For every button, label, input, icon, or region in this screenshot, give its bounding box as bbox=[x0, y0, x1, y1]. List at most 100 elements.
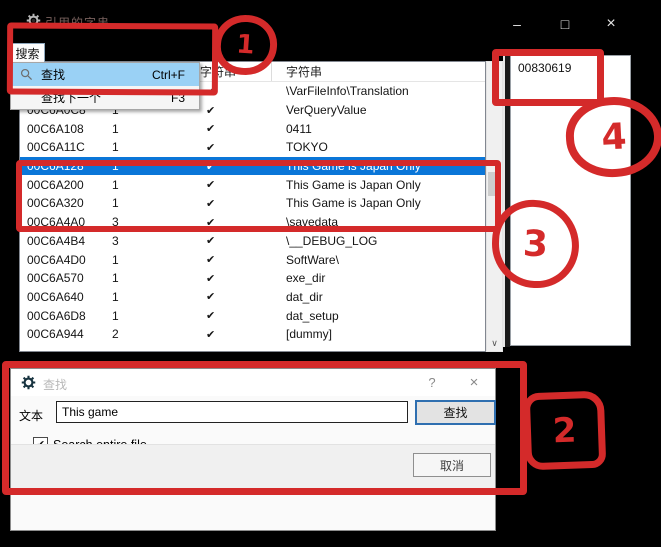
menu-search[interactable]: 搜索 bbox=[10, 43, 45, 64]
check-icon: ✔ bbox=[196, 253, 271, 266]
menu-item-label: 查找 bbox=[41, 66, 152, 83]
cell-string: dat_dir bbox=[271, 290, 485, 304]
table-row[interactable]: 00C6A640 1 ✔ dat_dir bbox=[20, 288, 485, 307]
cell-address: 00C6A4D0 bbox=[20, 253, 106, 267]
table-body: ✔ \VarFileInfo\Translation 00C6A0C8 1 ✔ … bbox=[20, 82, 485, 344]
find-button[interactable]: 查找 bbox=[415, 400, 496, 425]
cell-string: This Game is Japan Only bbox=[271, 196, 485, 210]
check-icon: ✔ bbox=[196, 328, 271, 341]
search-text-input[interactable] bbox=[56, 401, 408, 423]
cell-string: [dummy] bbox=[271, 327, 485, 341]
cell-count: 1 bbox=[106, 290, 196, 304]
header-flag[interactable]: 字符串 bbox=[196, 62, 271, 81]
dialog-body: 文本 查找 ✔ Search entire file 取消 bbox=[11, 396, 495, 488]
table-row[interactable]: 00C6A4A0 3 ✔ \savedata bbox=[20, 213, 485, 232]
cell-string: TOKYO bbox=[271, 140, 485, 154]
check-icon: ✔ bbox=[196, 197, 271, 210]
table-row[interactable]: 00C6A108 1 ✔ 0411 bbox=[20, 119, 485, 138]
cell-string: \VarFileInfo\Translation bbox=[271, 84, 485, 98]
cell-count: 1 bbox=[106, 196, 196, 210]
menu-item-find[interactable]: 查找 Ctrl+F bbox=[11, 63, 199, 86]
magnifier-icon bbox=[11, 68, 41, 81]
table-row[interactable]: 00C6A4B4 3 ✔ \__DEBUG_LOG bbox=[20, 232, 485, 251]
check-icon: ✔ bbox=[196, 234, 271, 247]
cell-string: This Game is Japan Only bbox=[271, 159, 485, 173]
text-field-label: 文本 bbox=[19, 407, 43, 424]
scrollbar-thumb[interactable] bbox=[488, 172, 501, 196]
check-icon: ✔ bbox=[196, 309, 271, 322]
minimize-button[interactable]: – bbox=[500, 12, 534, 36]
cell-count: 1 bbox=[106, 271, 196, 285]
table-row[interactable]: 00C6A570 1 ✔ exe_dir bbox=[20, 269, 485, 288]
table-row[interactable]: 00C6A11C 1 ✔ TOKYO bbox=[20, 138, 485, 157]
table-row[interactable]: 00C6A4D0 1 ✔ SoftWare\ bbox=[20, 250, 485, 269]
cell-count: 1 bbox=[106, 178, 196, 192]
header-string[interactable]: 字符串 bbox=[271, 62, 485, 81]
check-icon: ✔ bbox=[196, 85, 271, 98]
scroll-up-icon[interactable]: ∧ bbox=[487, 62, 502, 78]
scroll-down-icon[interactable]: ∨ bbox=[487, 335, 502, 351]
window-title: 引用的字串 bbox=[45, 14, 110, 31]
dialog-close-icon[interactable]: × bbox=[461, 372, 487, 392]
cell-address: 00C6A108 bbox=[20, 122, 106, 136]
menu-item-shortcut: Ctrl+F bbox=[152, 68, 185, 82]
menu-item-shortcut: F3 bbox=[171, 91, 185, 105]
cell-string: dat_setup bbox=[271, 309, 485, 323]
cell-count: 1 bbox=[106, 159, 196, 173]
cell-address: 00C6A200 bbox=[20, 178, 106, 192]
dialog-footer: 取消 bbox=[11, 444, 495, 488]
panel-splitter[interactable] bbox=[503, 55, 510, 347]
table-row[interactable]: 00C6A200 1 ✔ This Game is Japan Only bbox=[20, 175, 485, 194]
screen: 引用的字串 – □ × 搜索 查找 Ctrl+F 查找下一个 F3 字符串 字符… bbox=[0, 0, 661, 547]
dialog-help-button[interactable]: ? bbox=[421, 372, 443, 392]
cell-address: 00C6A4A0 bbox=[20, 215, 106, 229]
search-menu-dropdown: 查找 Ctrl+F 查找下一个 F3 bbox=[10, 62, 200, 110]
table-row[interactable]: 00C6A320 1 ✔ This Game is Japan Only bbox=[20, 194, 485, 213]
cell-address: 00C6A570 bbox=[20, 271, 106, 285]
check-icon: ✔ bbox=[196, 122, 271, 135]
cell-address: 00C6A128 bbox=[20, 159, 106, 173]
cancel-button[interactable]: 取消 bbox=[413, 453, 491, 477]
dialog-title-bar: 查找 ? × bbox=[11, 369, 495, 396]
cell-address: 00C6A320 bbox=[20, 196, 106, 210]
cell-string: 0411 bbox=[271, 122, 485, 136]
check-icon: ✔ bbox=[196, 141, 271, 154]
cell-address: 00C6A640 bbox=[20, 290, 106, 304]
menu-item-find-next[interactable]: 查找下一个 F3 bbox=[11, 86, 199, 109]
dialog-title: 查找 bbox=[43, 376, 67, 393]
cell-address: 00C6A6D8 bbox=[20, 309, 106, 323]
cell-count: 1 bbox=[106, 122, 196, 136]
cell-string: VerQueryValue bbox=[271, 103, 485, 117]
check-icon: ✔ bbox=[196, 178, 271, 191]
cell-string: SoftWare\ bbox=[271, 253, 485, 267]
table-row[interactable]: 00C6A944 2 ✔ [dummy] bbox=[20, 325, 485, 344]
cell-address: 00C6A944 bbox=[20, 327, 106, 341]
vertical-scrollbar[interactable]: ∧ ∨ bbox=[486, 61, 503, 352]
annotation-circle-2: 2 bbox=[523, 391, 607, 471]
check-icon: ✔ bbox=[196, 272, 271, 285]
cell-count: 3 bbox=[106, 215, 196, 229]
app-gear-icon bbox=[26, 13, 41, 33]
cell-string: \savedata bbox=[271, 215, 485, 229]
maximize-button[interactable]: □ bbox=[548, 12, 582, 36]
find-dialog: 查找 ? × 文本 查找 ✔ Search entire file 取消 bbox=[10, 368, 496, 531]
table-row[interactable]: 00C6A6D8 1 ✔ dat_setup bbox=[20, 306, 485, 325]
offset-value: 00830619 bbox=[518, 61, 630, 75]
offset-panel[interactable]: 00830619 bbox=[510, 55, 631, 346]
cell-string: This Game is Japan Only bbox=[271, 178, 485, 192]
check-icon: ✔ bbox=[196, 290, 271, 303]
cell-address: 00C6A11C bbox=[20, 140, 106, 154]
check-icon: ✔ bbox=[196, 104, 271, 117]
cell-string: exe_dir bbox=[271, 271, 485, 285]
check-icon: ✔ bbox=[196, 216, 271, 229]
cell-count: 1 bbox=[106, 309, 196, 323]
menu-item-label: 查找下一个 bbox=[41, 89, 171, 106]
cell-count: 2 bbox=[106, 327, 196, 341]
cell-address: 00C6A4B4 bbox=[20, 234, 106, 248]
table-row[interactable]: 00C6A128 1 ✔ This Game is Japan Only bbox=[20, 157, 485, 176]
cell-count: 1 bbox=[106, 253, 196, 267]
close-button[interactable]: × bbox=[594, 12, 628, 36]
cell-count: 3 bbox=[106, 234, 196, 248]
dialog-gear-icon bbox=[21, 375, 36, 395]
cell-count: 1 bbox=[106, 140, 196, 154]
